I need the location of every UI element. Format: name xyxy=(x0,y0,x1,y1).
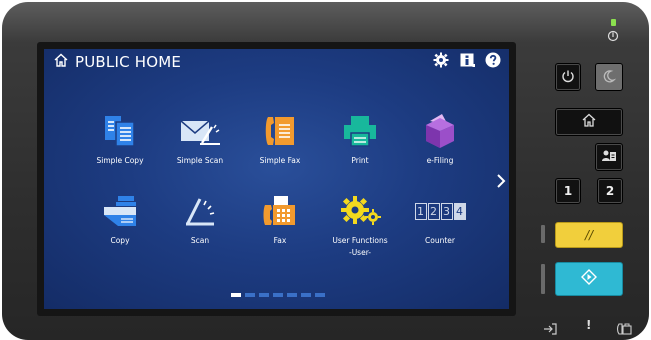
tile-label: Simple Scan xyxy=(176,156,224,165)
help-icon[interactable] xyxy=(485,52,501,68)
tile-simple-scan[interactable]: Simple Scan xyxy=(160,111,240,167)
start-indicator xyxy=(541,264,545,294)
tile-scan[interactable]: Scan xyxy=(160,191,240,247)
power-button[interactable] xyxy=(555,63,581,91)
page-title: PUBLIC HOME xyxy=(75,53,182,71)
tile-label: Copy xyxy=(110,236,130,245)
touch-screen: PUBLIC HOME Simple Copy Simple Scan Simp… xyxy=(44,49,509,309)
start-icon xyxy=(581,269,597,289)
page-dot xyxy=(287,293,297,297)
page-dot xyxy=(273,293,283,297)
page-dot xyxy=(301,293,311,297)
scan-icon xyxy=(160,191,240,231)
tile-fax[interactable]: Fax xyxy=(240,191,320,247)
tile-e-filing[interactable]: e-Filing xyxy=(400,111,480,167)
tile-label: Scan xyxy=(190,236,210,245)
fax-status-icon xyxy=(616,320,632,339)
simple-fax-icon xyxy=(240,111,320,151)
power-status-icon xyxy=(606,28,620,47)
page-dot xyxy=(259,293,269,297)
counter-icon: 1 2 3 4 xyxy=(400,191,480,231)
tile-print[interactable]: Print xyxy=(320,111,400,167)
copy-icon xyxy=(80,191,160,231)
tile-copy[interactable]: Copy xyxy=(80,191,160,247)
tile-label: Simple Copy xyxy=(96,156,144,165)
start-button[interactable] xyxy=(555,262,623,296)
sleep-button[interactable] xyxy=(595,63,623,91)
tile-label: Print xyxy=(351,156,369,165)
page-button-2-label: 2 xyxy=(605,184,615,198)
top-icon-group xyxy=(433,52,501,68)
tile-counter[interactable]: 1 2 3 4 Counter xyxy=(400,191,480,247)
moon-icon xyxy=(602,68,617,87)
tile-simple-copy[interactable]: Simple Copy xyxy=(80,111,160,167)
login-icon xyxy=(543,320,557,339)
next-page-arrow[interactable] xyxy=(496,173,506,193)
users-icon xyxy=(601,148,617,167)
page-button-1[interactable]: 1 xyxy=(555,178,581,204)
print-icon xyxy=(320,111,400,151)
tile-label: Counter xyxy=(425,236,455,245)
user-functions-icon xyxy=(320,191,400,231)
page-dot xyxy=(231,293,241,297)
gear-icon[interactable] xyxy=(433,52,449,68)
simple-copy-icon xyxy=(80,111,160,151)
clear-icon: // xyxy=(584,228,594,242)
home-icon xyxy=(581,112,597,132)
page-indicator xyxy=(231,293,325,297)
power-icon xyxy=(561,68,575,87)
alert-icon: ! xyxy=(586,318,592,332)
page-dot xyxy=(245,293,255,297)
home-title[interactable]: PUBLIC HOME xyxy=(53,52,181,72)
e-filing-icon xyxy=(400,111,480,151)
tile-label: User Functions -User- xyxy=(332,236,388,257)
home-icon xyxy=(53,52,69,72)
page-dot xyxy=(315,293,325,297)
status-led xyxy=(611,19,616,26)
simple-scan-icon xyxy=(160,111,240,151)
page-button-2[interactable]: 2 xyxy=(597,178,623,204)
tile-label: Fax xyxy=(273,236,287,245)
user-switch-button[interactable] xyxy=(595,143,623,171)
fax-icon xyxy=(240,191,320,231)
tile-label: e-Filing xyxy=(426,156,454,165)
tile-simple-fax[interactable]: Simple Fax xyxy=(240,111,320,167)
page-button-1-label: 1 xyxy=(563,184,573,198)
tile-label: Simple Fax xyxy=(259,156,301,165)
clear-indicator xyxy=(541,225,545,243)
tile-user-functions[interactable]: User Functions -User- xyxy=(320,191,400,259)
home-button[interactable] xyxy=(555,108,623,136)
clear-button[interactable]: // xyxy=(555,222,623,248)
info-icon[interactable] xyxy=(459,52,475,68)
top-bar: PUBLIC HOME xyxy=(44,49,509,75)
